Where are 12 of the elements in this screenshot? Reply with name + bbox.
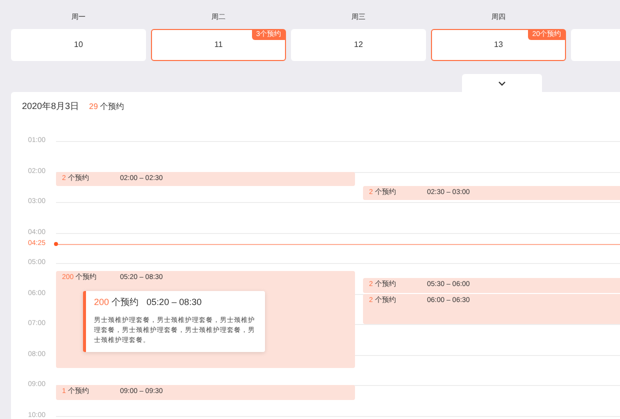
popup-count: 200 个预约: [94, 296, 139, 309]
chevron-down-icon: [498, 80, 506, 86]
day-card[interactable]: 12: [291, 29, 426, 61]
appointment-total: 29 个预约: [89, 100, 124, 112]
day-number: 12: [354, 39, 363, 51]
date-title: 2020年8月3日: [22, 100, 80, 113]
day-card[interactable]: 10: [11, 29, 146, 61]
popup-time: 05:20 – 08:30: [146, 296, 202, 309]
day-number: 11: [214, 39, 223, 51]
day-number: 10: [74, 39, 83, 51]
expand-button[interactable]: [462, 74, 542, 92]
day-number: 13: [494, 39, 503, 51]
